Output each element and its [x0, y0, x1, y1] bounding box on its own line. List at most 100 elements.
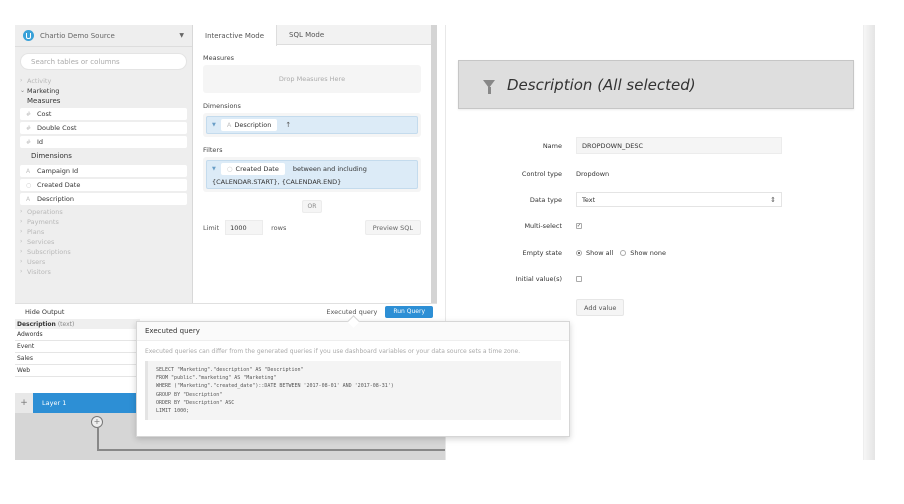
table-label: Plans	[27, 228, 45, 236]
filter-title: Description (All selected)	[507, 75, 696, 94]
output-toolbar: Hide Output Executed query Run Query	[15, 303, 437, 319]
filter-operator: between and including	[292, 165, 367, 173]
field-label: Id	[37, 138, 44, 146]
rows-label: rows	[271, 223, 287, 232]
table-plans[interactable]: › Plans	[15, 227, 192, 237]
table-row: Event	[15, 341, 140, 353]
clock-icon: ○	[226, 165, 233, 173]
field-cost[interactable]: # Cost	[20, 108, 187, 120]
table-label: Subscriptions	[27, 248, 71, 256]
tab-interactive-mode[interactable]: Interactive Mode	[193, 25, 278, 46]
drop-hint: Drop Measures Here	[278, 75, 346, 83]
data-source-select[interactable]: Chartio Demo Source ▼	[15, 25, 192, 47]
filter-chip[interactable]: ○ Created Date	[220, 163, 285, 175]
chevron-right-icon: ›	[20, 77, 23, 84]
executed-query-link[interactable]: Executed query	[326, 308, 377, 316]
table-label: Services	[27, 238, 55, 246]
table-activity[interactable]: › Activity	[15, 76, 192, 86]
show-all-radio[interactable]: Show all	[576, 249, 613, 257]
field-label: Double Cost	[37, 124, 77, 132]
filter-pill[interactable]: ▼ ○ Created Date between and including {C…	[206, 160, 418, 189]
chevron-right-icon: ›	[20, 218, 23, 225]
field-campaign-id[interactable]: A Campaign Id	[20, 165, 187, 177]
add-layer-button[interactable]: +	[15, 393, 33, 413]
chevron-right-icon: ›	[20, 268, 23, 275]
filters-label: Filters	[203, 146, 223, 154]
filters-drop-zone: ▼ ○ Created Date between and including {C…	[203, 157, 421, 192]
pipeline-connector	[97, 449, 445, 451]
data-type-value: Text	[582, 195, 596, 204]
or-button[interactable]: OR	[302, 200, 322, 213]
field-label: Cost	[37, 110, 52, 118]
layer-tab[interactable]: + Layer 1	[15, 393, 140, 413]
search-columns-input[interactable]: Search tables or columns	[20, 53, 187, 70]
number-icon: #	[26, 124, 32, 132]
field-id[interactable]: # Id	[20, 136, 187, 148]
empty-state-label: Empty state	[522, 249, 563, 257]
add-value-row: Add value	[446, 299, 868, 316]
field-description[interactable]: A Description	[20, 193, 187, 205]
add-step-icon[interactable]: +	[91, 416, 103, 428]
data-type-row: Data type Text ⇕	[446, 192, 868, 207]
dimension-chip[interactable]: A Description	[220, 119, 278, 131]
table-services[interactable]: › Services	[15, 237, 192, 247]
table-operations[interactable]: › Operations	[15, 207, 192, 217]
table-label: Marketing	[27, 87, 60, 95]
dimension-pill[interactable]: ▼ A Description ↑	[206, 116, 418, 134]
table-label: Payments	[27, 218, 59, 226]
text-type-icon: A	[226, 121, 232, 129]
results-header: Description (text)	[15, 319, 140, 329]
show-none-radio[interactable]: Show none	[620, 249, 666, 257]
pipeline-connector	[97, 428, 99, 450]
results-table: Description (text) Adwords Event Sales W…	[15, 319, 140, 393]
radio-selected-icon	[576, 250, 582, 256]
scrollbar[interactable]	[863, 25, 875, 460]
table-row: Web	[15, 365, 140, 377]
field-double-cost[interactable]: # Double Cost	[20, 122, 187, 134]
measures-label: Measures	[203, 54, 235, 62]
multiselect-label: Multi-select	[524, 222, 562, 230]
field-created-date[interactable]: ○ Created Date	[20, 179, 187, 191]
chevron-right-icon: ›	[20, 208, 23, 215]
control-type-row: Control type Dropdown	[446, 170, 868, 178]
sort-asc-icon[interactable]: ↑	[285, 121, 291, 129]
run-query-button[interactable]: Run Query	[385, 305, 433, 318]
mode-tabs: Interactive Mode SQL Mode	[193, 25, 431, 46]
filter-value: {CALENDAR.START}, {CALENDAR.END}	[212, 178, 342, 186]
table-subscriptions[interactable]: › Subscriptions	[15, 247, 192, 257]
search-placeholder: Search tables or columns	[31, 57, 120, 66]
filter-control-preview[interactable]: Description (All selected)	[458, 60, 854, 109]
measures-drop-zone[interactable]: Drop Measures Here	[203, 65, 421, 93]
hide-output-button[interactable]: Hide Output	[25, 308, 64, 316]
field-label: Description	[37, 195, 75, 203]
limit-input[interactable]: 1000	[225, 220, 264, 235]
caret-down-icon[interactable]: ▼	[212, 122, 216, 128]
tab-sql-mode[interactable]: SQL Mode	[277, 25, 336, 44]
data-type-label: Data type	[529, 195, 562, 204]
preview-sql-button[interactable]: Preview SQL	[364, 220, 421, 235]
control-type-label: Control type	[521, 170, 562, 178]
radio-label: Show none	[630, 249, 667, 257]
radio-label: Show all	[586, 249, 614, 257]
executed-sql: SELECT "Marketing"."description" AS "Des…	[145, 361, 561, 421]
initial-values-label: Initial value(s)	[515, 275, 562, 283]
add-value-button[interactable]: Add value	[576, 299, 625, 316]
number-icon: #	[26, 138, 32, 146]
layer-label: Layer 1	[42, 399, 67, 407]
chevron-right-icon: ›	[20, 258, 23, 265]
initial-values-checkbox[interactable]	[576, 276, 582, 282]
filter-field-label: Created Date	[235, 165, 279, 173]
dimensions-label: Dimensions	[203, 102, 241, 110]
table-users[interactable]: › Users	[15, 257, 192, 267]
multiselect-checkbox[interactable]: ✓	[576, 223, 582, 229]
text-type-icon: A	[26, 167, 31, 175]
initial-values-row: Initial value(s)	[446, 275, 868, 283]
table-payments[interactable]: › Payments	[15, 217, 192, 227]
name-input[interactable]: DROPDOWN_DESC	[576, 137, 782, 154]
table-marketing[interactable]: ⌄ Marketing	[15, 86, 192, 96]
name-row: Name DROPDOWN_DESC	[446, 137, 868, 154]
data-type-select[interactable]: Text ⇕	[576, 192, 782, 207]
caret-down-icon[interactable]: ▼	[212, 166, 216, 172]
chevron-down-icon: ⌄	[20, 87, 26, 94]
table-visitors[interactable]: › Visitors	[15, 267, 192, 277]
